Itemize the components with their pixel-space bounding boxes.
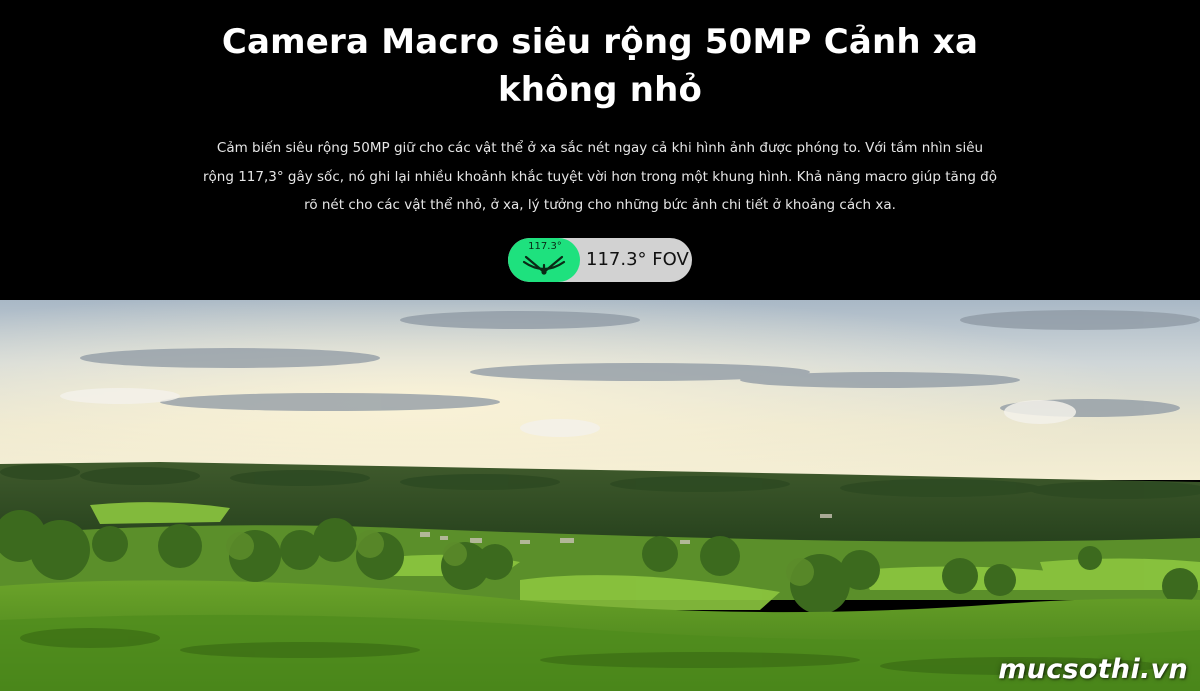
feature-title: Camera Macro siêu rộng 50MP Cảnh xa khôn… xyxy=(221,22,979,110)
landscape-photo: mucsothi.vn xyxy=(0,300,1200,691)
fov-badge: 117.3° 117.3° FOV xyxy=(508,238,692,282)
feature-header: Camera Macro siêu rộng 50MP Cảnh xa khôn… xyxy=(0,0,1200,300)
landscape-illustration xyxy=(0,300,1200,691)
watermark: mucsothi.vn xyxy=(998,654,1188,685)
fov-icon-label: 117.3° xyxy=(528,241,562,252)
fov-badge-text: 117.3° FOV xyxy=(586,249,689,270)
feature-description: Cảm biến siêu rộng 50MP giữ cho các vật … xyxy=(202,140,998,213)
field-of-view-icon: 117.3° xyxy=(508,238,580,282)
page: Camera Macro siêu rộng 50MP Cảnh xa khôn… xyxy=(0,0,1200,691)
